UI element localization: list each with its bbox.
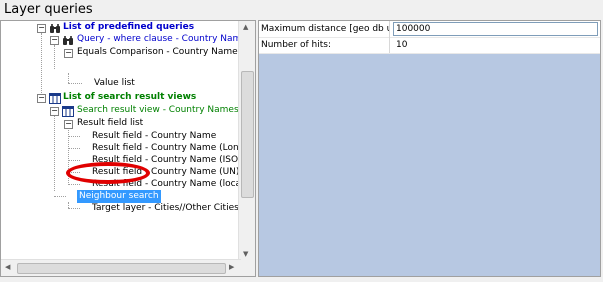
panel-title: Layer queries	[4, 2, 93, 17]
tree-node-equals-comparison[interactable]: Equals Comparison - Country Name - Ba	[77, 46, 241, 59]
collapse-toggle[interactable]: −	[50, 36, 59, 45]
tree-vertical-scrollbar[interactable]: ▲ ▼	[238, 21, 255, 261]
max-distance-input[interactable]: 100000	[393, 22, 598, 36]
tree-node-target-layer[interactable]: Target layer - Cities//Other Cities - W	[92, 202, 241, 215]
property-row-number-of-hits: Number of hits: 10	[259, 37, 600, 54]
property-grid: Maximum distance [geo db units]: 100000 …	[259, 21, 600, 54]
tree-connector	[68, 172, 80, 173]
properties-pane: Maximum distance [geo db units]: 100000 …	[258, 20, 601, 277]
binoculars-icon	[63, 36, 73, 45]
tree-node-result-field-list[interactable]: Result field list	[77, 117, 143, 130]
horizontal-scroll-thumb[interactable]	[17, 263, 226, 274]
tree-node-query-where-clause[interactable]: Query - where clause - Country Names	[77, 33, 241, 46]
binoculars-icon	[50, 24, 60, 33]
query-tree[interactable]: − List of predefined queries − Query - w…	[0, 20, 256, 277]
collapse-toggle[interactable]: −	[50, 107, 59, 116]
table-icon	[62, 106, 74, 117]
tree-connector	[68, 160, 80, 161]
property-row-max-distance: Maximum distance [geo db units]: 100000	[259, 21, 600, 38]
tree-node-search-result-view[interactable]: Search result view - Country Names	[77, 104, 239, 117]
scroll-up-arrow-icon[interactable]: ▲	[243, 23, 248, 31]
number-of-hits-input[interactable]: 10	[393, 37, 601, 53]
collapse-toggle[interactable]: −	[37, 94, 46, 103]
collapse-toggle[interactable]: −	[64, 49, 73, 58]
scroll-down-arrow-icon[interactable]: ▼	[243, 250, 248, 258]
table-icon	[49, 93, 61, 104]
property-label: Number of hits:	[261, 37, 390, 53]
vertical-scroll-thumb[interactable]	[241, 71, 254, 198]
tree-connector	[54, 196, 66, 197]
collapse-toggle[interactable]: −	[37, 24, 46, 33]
scroll-right-arrow-icon[interactable]: ▶	[229, 263, 234, 271]
tree-connector	[68, 136, 80, 137]
property-label: Maximum distance [geo db units]:	[261, 21, 390, 37]
tree-connector	[54, 45, 55, 69]
tree-horizontal-scrollbar[interactable]: ◀ ▶	[1, 259, 241, 276]
scrollbar-corner	[239, 260, 255, 276]
tree-node-search-result-views[interactable]: List of search result views	[63, 91, 196, 104]
tree-node-value-list[interactable]: Value list	[94, 77, 135, 90]
tree-connector	[68, 184, 80, 185]
tree-connector	[41, 33, 42, 95]
tree-content: − List of predefined queries − Query - w…	[1, 21, 241, 261]
tree-connector	[54, 107, 55, 191]
scroll-left-arrow-icon[interactable]: ◀	[5, 263, 10, 271]
tree-connector	[68, 73, 69, 83]
tree-connector	[68, 121, 69, 185]
tree-connector	[68, 83, 82, 84]
collapse-toggle[interactable]: −	[64, 120, 73, 129]
tree-connector	[68, 148, 80, 149]
tree-connector	[68, 208, 80, 209]
